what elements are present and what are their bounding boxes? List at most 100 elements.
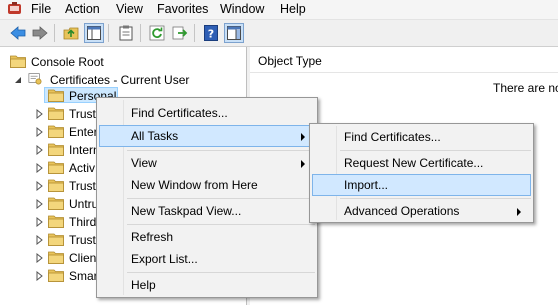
submenu-item-advanced-operations[interactable]: Advanced Operations [312, 200, 531, 222]
help-icon[interactable]: ? [201, 23, 221, 43]
show-action-pane-icon[interactable] [224, 23, 244, 43]
folder-icon [48, 269, 64, 282]
collapsed-arrow-icon[interactable] [34, 163, 44, 173]
expanded-arrow-icon[interactable] [14, 76, 22, 84]
submenu-arrow-icon [517, 208, 521, 216]
menu-bar: File Action View Favorites Window Help [0, 0, 558, 20]
tree-node-label: Certificates - Current User [50, 73, 190, 87]
menu-item-label: Find Certificates... [344, 130, 441, 144]
up-folder-icon[interactable] [61, 23, 81, 43]
tree-node-child[interactable]: Trust [34, 177, 96, 195]
mmc-app-icon[interactable] [7, 2, 22, 16]
tree-node-child[interactable]: Enter [34, 123, 98, 141]
collapsed-arrow-icon[interactable] [34, 217, 44, 227]
menu-item-new-window[interactable]: New Window from Here [99, 174, 315, 196]
refresh-icon[interactable] [147, 23, 167, 43]
collapsed-arrow-icon[interactable] [34, 109, 44, 119]
tree-node-child[interactable]: Trust [34, 231, 96, 249]
tree-node-child[interactable]: Clien [34, 249, 96, 267]
folder-icon [48, 89, 64, 102]
menu-item-export-list[interactable]: Export List... [99, 248, 315, 270]
folder-icon [48, 179, 64, 192]
folder-icon [10, 55, 26, 68]
folder-icon [48, 143, 64, 156]
submenu-item-request-new-certificate[interactable]: Request New Certificate... [312, 152, 531, 174]
all-tasks-submenu: Find Certificates... Request New Certifi… [309, 123, 534, 223]
export-list-icon[interactable] [170, 23, 190, 43]
menu-separator [127, 198, 315, 199]
tree-node-child[interactable]: Untru [34, 195, 99, 213]
menu-item-label: Find Certificates... [131, 106, 228, 120]
certificate-store-icon [28, 73, 42, 85]
collapsed-arrow-icon[interactable] [34, 127, 44, 137]
folder-icon [48, 197, 64, 210]
menu-separator [127, 150, 315, 151]
collapsed-arrow-icon[interactable] [34, 253, 44, 263]
menu-item-help[interactable]: Help [99, 274, 315, 296]
menu-item-label: Advanced Operations [344, 204, 460, 218]
menu-item-label: Import... [344, 178, 389, 192]
menu-view[interactable]: View [116, 2, 143, 16]
folder-icon [48, 233, 64, 246]
collapsed-arrow-icon[interactable] [34, 199, 44, 209]
tree-node-label: Trust [69, 233, 96, 247]
collapsed-arrow-icon[interactable] [34, 145, 44, 155]
tree-node-label: Smar [69, 269, 98, 283]
menu-item-all-tasks[interactable]: All Tasks [99, 125, 315, 147]
toolbar: ? [0, 20, 558, 47]
clipboard-icon[interactable] [116, 23, 136, 43]
submenu-item-import[interactable]: Import... [312, 174, 531, 196]
tree-node-child[interactable]: Third [34, 213, 96, 231]
menu-separator [127, 224, 315, 225]
menu-item-find-certificates[interactable]: Find Certificates... [99, 102, 315, 124]
tree-node-console-root[interactable]: Console Root [10, 53, 130, 71]
menu-item-label: View [131, 156, 157, 170]
tree-node-label: Trust [69, 179, 96, 193]
tree-node-label: Activ [69, 161, 96, 175]
back-icon[interactable] [8, 23, 28, 43]
tree-node-label: Console Root [31, 55, 104, 69]
menu-item-refresh[interactable]: Refresh [99, 226, 315, 248]
tree-node-label: Enter [69, 125, 98, 139]
svg-text:?: ? [208, 28, 214, 41]
toolbar-separator [140, 24, 141, 42]
collapsed-arrow-icon[interactable] [34, 235, 44, 245]
menu-separator [340, 198, 531, 199]
menu-item-label: Export List... [131, 252, 198, 266]
menu-window[interactable]: Window [220, 2, 264, 16]
context-menu: Find Certificates... All Tasks View New … [96, 97, 318, 298]
tree-node-label: Third [69, 215, 97, 229]
tree-node-child[interactable]: Intern [34, 141, 100, 159]
tree-node-label: Untru [69, 197, 99, 211]
menu-item-label: New Window from Here [131, 178, 258, 192]
forward-icon[interactable] [30, 23, 50, 43]
collapsed-arrow-icon[interactable] [34, 271, 44, 281]
toolbar-separator [108, 24, 109, 42]
submenu-arrow-icon [301, 160, 305, 168]
menu-item-label: Request New Certificate... [344, 156, 484, 170]
menu-item-label: New Taskpad View... [131, 204, 242, 218]
column-header-label: Object Type [258, 54, 322, 68]
menu-item-label: All Tasks [131, 129, 179, 143]
collapsed-arrow-icon[interactable] [34, 181, 44, 191]
submenu-item-find-certificates[interactable]: Find Certificates... [312, 126, 531, 148]
tree-node-label: Trust [69, 107, 96, 121]
column-header-object-type[interactable]: Object Type [250, 50, 558, 73]
menu-item-label: Help [131, 278, 156, 292]
tree-node-child[interactable]: Smar [34, 267, 98, 285]
menu-separator [340, 150, 531, 151]
menu-item-view[interactable]: View [99, 152, 315, 174]
menu-help[interactable]: Help [280, 2, 306, 16]
folder-icon [48, 251, 64, 264]
menu-item-new-taskpad[interactable]: New Taskpad View... [99, 200, 315, 222]
tree-node-child[interactable]: Activ [34, 159, 96, 177]
menu-action[interactable]: Action [65, 2, 100, 16]
tree-node-child[interactable]: Trust [34, 105, 96, 123]
toolbar-separator [194, 24, 195, 42]
menu-item-label: Refresh [131, 230, 174, 244]
tree-node-label: Clien [69, 251, 97, 265]
menu-file[interactable]: File [31, 2, 51, 16]
folder-icon [48, 125, 64, 138]
show-hide-tree-icon[interactable] [84, 23, 104, 43]
menu-favorites[interactable]: Favorites [157, 2, 208, 16]
